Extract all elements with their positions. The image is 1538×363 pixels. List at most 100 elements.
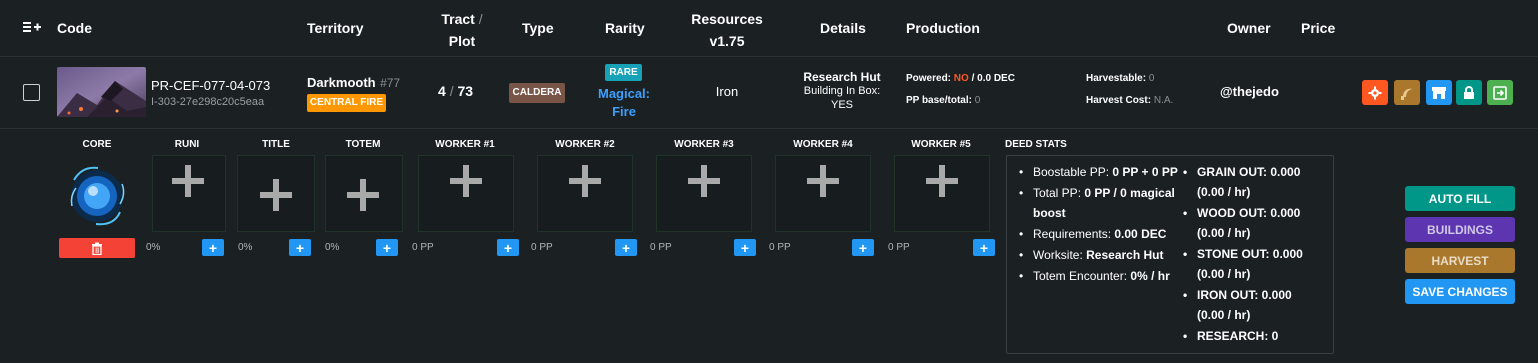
header-production[interactable]: Production	[906, 20, 980, 36]
core-slot-card[interactable]	[62, 160, 132, 232]
buildings-button[interactable]: BUILDINGS	[1405, 217, 1515, 242]
add-totem-button[interactable]: +	[376, 239, 398, 256]
worker-1-pp-value: 0 PP	[531, 242, 553, 253]
slot-label-worker-1: WORKER #1	[435, 139, 495, 150]
deed-stats-right: GRAIN OUT: 0.000(0.00 / hr) WOOD OUT: 0.…	[1183, 162, 1331, 347]
tract-plot-sep: /	[449, 83, 454, 99]
powered-label: Powered:	[906, 73, 952, 84]
header-price[interactable]: Price	[1301, 20, 1335, 36]
header-plot-label: Plot	[448, 33, 476, 49]
plot-thumbnail[interactable]	[57, 67, 146, 117]
stat-boostable-pp: Boostable PP: 0 PP + 0 PP	[1019, 162, 1179, 182]
auto-fill-button[interactable]: AUTO FILL	[1405, 186, 1515, 211]
add-worker-1-button[interactable]: +	[497, 239, 519, 256]
remove-core-button[interactable]	[59, 238, 135, 258]
worker-5-slot[interactable]	[894, 155, 990, 232]
magical-label: Magical:	[597, 86, 650, 101]
type-badge: CALDERA	[509, 83, 565, 103]
harvest-cost-line: Harvest Cost: N.A.	[1086, 95, 1173, 106]
stat-total-pp: Total PP: 0 PP / 0 magical boost	[1019, 183, 1179, 223]
row-select-checkbox[interactable]	[23, 84, 40, 101]
harvestable-value: 0	[1148, 73, 1155, 84]
worker-4-pp-value: 0 PP	[888, 242, 910, 253]
stat-stone-out: STONE OUT: 0.000(0.00 / hr)	[1183, 244, 1331, 284]
header-type[interactable]: Type	[522, 20, 554, 36]
stat-worksite: Worksite: Research Hut	[1019, 245, 1179, 265]
stat-research: RESEARCH: 0	[1183, 326, 1331, 346]
save-changes-button[interactable]: SAVE CHANGES	[1405, 279, 1515, 304]
details-building: Research Hut	[803, 70, 881, 84]
powered-dec: 0.0 DEC	[977, 73, 1015, 84]
plot-code[interactable]: PR-CEF-077-04-073	[151, 78, 270, 93]
resource-value: Iron	[715, 84, 739, 99]
plot-value: 73	[457, 83, 474, 99]
lock-icon	[1464, 85, 1474, 99]
slot-label-worker-3: WORKER #3	[674, 139, 734, 150]
add-worker-5-button[interactable]: +	[973, 239, 995, 256]
worker-3-slot[interactable]	[656, 155, 752, 232]
header-tract-plot[interactable]: Tract / Plot	[427, 8, 497, 52]
add-runi-button[interactable]: +	[202, 239, 224, 256]
header-rarity[interactable]: Rarity	[605, 20, 645, 36]
settings-button[interactable]	[1362, 80, 1388, 105]
details-cell: Research Hut Building In Box: YES	[795, 70, 889, 112]
tract-plot-cell: 4 / 73	[438, 83, 473, 99]
header-owner[interactable]: Owner	[1227, 20, 1271, 36]
add-worker-4-button[interactable]: +	[852, 239, 874, 256]
column-toggle-icon[interactable]	[23, 20, 43, 36]
gear-icon	[1368, 86, 1382, 99]
powered-value: NO	[953, 73, 969, 84]
exit-button[interactable]	[1487, 80, 1513, 105]
stat-iron-out: IRON OUT: 0.000(0.00 / hr)	[1183, 285, 1331, 325]
add-worker-3-button[interactable]: +	[734, 239, 756, 256]
title-boost-value: 0%	[325, 242, 340, 253]
harvestable-label: Harvestable:	[1086, 73, 1147, 84]
deed-stats-left: Boostable PP: 0 PP + 0 PP Total PP: 0 PP…	[1019, 162, 1179, 287]
worker-4-slot[interactable]	[775, 155, 871, 232]
magical-element: Fire	[612, 104, 636, 119]
totem-slot[interactable]	[325, 155, 403, 232]
plot-sub-id: I-303-27e298c20c5eaa	[151, 96, 265, 108]
slot-label-worker-4: WORKER #4	[793, 139, 853, 150]
header-details[interactable]: Details	[820, 20, 866, 36]
slot-label-runi: RUNI	[174, 139, 200, 150]
row-divider	[0, 128, 1538, 129]
trash-icon	[92, 242, 102, 255]
slot-label-core: CORE	[82, 139, 112, 150]
add-title-button[interactable]: +	[289, 239, 311, 256]
slot-label-totem: TOTEM	[345, 139, 381, 150]
owner-name[interactable]: @thejedo	[1220, 84, 1279, 99]
totem-pp-value: 0 PP	[412, 242, 434, 253]
pp-label: PP base/total:	[906, 95, 972, 106]
title-slot[interactable]	[237, 155, 315, 232]
header-code[interactable]: Code	[57, 20, 92, 36]
worker-2-pp-value: 0 PP	[650, 242, 672, 253]
details-bib-value: YES	[830, 99, 853, 111]
header-resources-label: Resources	[691, 11, 763, 27]
worker-2-slot[interactable]	[537, 155, 633, 232]
header-territory[interactable]: Territory	[307, 20, 364, 36]
add-worker-2-button[interactable]: +	[615, 239, 637, 256]
rarity-badge: RARE	[605, 64, 642, 81]
slot-label-worker-2: WORKER #2	[555, 139, 615, 150]
header-resources-version: v1.75	[709, 33, 745, 49]
harvest-action-button[interactable]	[1394, 80, 1420, 105]
slot-label-worker-5: WORKER #5	[911, 139, 971, 150]
lock-button[interactable]	[1456, 80, 1482, 105]
worker-1-slot[interactable]	[418, 155, 514, 232]
runi-boost-value: 0%	[238, 242, 253, 253]
territory-name[interactable]: Darkmooth	[307, 75, 376, 90]
header-divider	[0, 56, 1538, 57]
pp-line: PP base/total: 0	[906, 95, 980, 106]
sickle-icon	[1401, 88, 1412, 100]
header-resources[interactable]: Resources v1.75	[680, 8, 774, 52]
store-icon	[1432, 86, 1446, 99]
powered-sep: /	[971, 73, 975, 84]
tract-value: 4	[438, 83, 446, 99]
stat-grain-out: GRAIN OUT: 0.000(0.00 / hr)	[1183, 162, 1331, 202]
market-button[interactable]	[1426, 80, 1452, 105]
runi-slot[interactable]	[152, 155, 226, 232]
deed-stats-title: DEED STATS	[1005, 139, 1067, 150]
harvest-button[interactable]: HARVEST	[1405, 248, 1515, 273]
magical-attribute: Magical: Fire	[590, 85, 658, 121]
